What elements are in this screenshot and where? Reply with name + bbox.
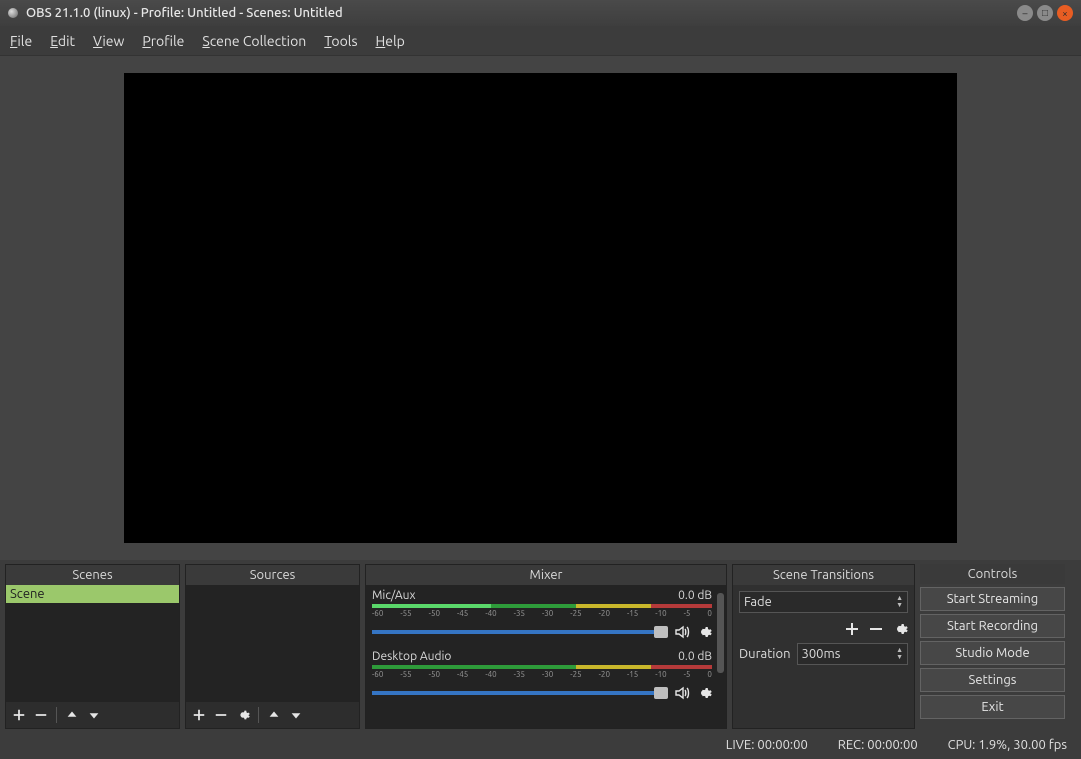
move-down-icon[interactable] [87, 708, 101, 722]
menu-profile[interactable]: Profile [142, 33, 184, 49]
duration-label: Duration [739, 647, 791, 661]
studio-mode-button[interactable]: Studio Mode [920, 641, 1065, 665]
transition-selected: Fade [744, 595, 772, 609]
move-up-icon[interactable] [267, 708, 281, 722]
speaker-icon[interactable] [674, 624, 690, 640]
statusbar: LIVE: 00:00:00 REC: 00:00:00 CPU: 1.9%, … [0, 731, 1081, 759]
spinner-icon[interactable]: ▲▼ [896, 647, 903, 661]
vu-ticks: -60-55-50-45-40-35-30-25-20-15-10-50 [372, 609, 712, 618]
status-live: LIVE: 00:00:00 [726, 738, 808, 752]
status-cpu: CPU: 1.9%, 30.00 fps [948, 738, 1067, 752]
mixer-body: Mic/Aux 0.0 dB -60-55-50-45-40-35-30-25-… [366, 585, 726, 728]
titlebar: OBS 21.1.0 (linux) - Profile: Untitled -… [0, 0, 1081, 26]
start-streaming-button[interactable]: Start Streaming [920, 587, 1065, 611]
controls-dock: Controls Start Streaming Start Recording… [920, 564, 1065, 729]
move-down-icon[interactable] [289, 708, 303, 722]
channel-level: 0.0 dB [678, 589, 712, 602]
remove-icon[interactable] [34, 708, 48, 722]
menu-tools[interactable]: Tools [324, 33, 357, 49]
remove-icon[interactable] [868, 621, 884, 637]
status-rec: REC: 00:00:00 [838, 738, 918, 752]
vu-meter [372, 604, 712, 608]
channel-name: Desktop Audio [372, 650, 451, 663]
scene-item[interactable]: Scene [6, 585, 179, 603]
minimize-button[interactable]: – [1017, 5, 1033, 21]
transitions-body: Fade ▲▼ Duration 300ms ▲▼ [733, 585, 914, 671]
sources-toolbar [186, 702, 359, 728]
gear-icon[interactable] [236, 708, 250, 722]
menu-view[interactable]: View [93, 33, 124, 49]
volume-slider[interactable] [372, 691, 668, 695]
exit-button[interactable]: Exit [920, 695, 1065, 719]
sources-title: Sources [186, 565, 359, 585]
chevron-updown-icon: ▲▼ [896, 595, 903, 609]
preview-canvas[interactable] [124, 73, 957, 543]
scenes-dock: Scenes Scene [5, 564, 180, 729]
menu-scene-collection[interactable]: Scene Collection [202, 33, 306, 49]
mixer-channel-desktop: Desktop Audio 0.0 dB -60-55-50-45-40-35-… [372, 650, 712, 701]
menubar: File Edit View Profile Scene Collection … [0, 26, 1081, 56]
mixer-channel-mic: Mic/Aux 0.0 dB -60-55-50-45-40-35-30-25-… [372, 589, 712, 640]
move-up-icon[interactable] [65, 708, 79, 722]
transitions-dock: Scene Transitions Fade ▲▼ Duration 300ms… [732, 564, 915, 729]
volume-slider[interactable] [372, 630, 668, 634]
duration-value: 300ms [802, 647, 841, 661]
start-recording-button[interactable]: Start Recording [920, 614, 1065, 638]
gear-icon[interactable] [892, 621, 908, 637]
preview-area [0, 56, 1081, 560]
channel-level: 0.0 dB [678, 650, 712, 663]
mixer-dock: Mixer Mic/Aux 0.0 dB -60-55-50-45-40-35-… [365, 564, 727, 729]
menu-file[interactable]: File [10, 33, 32, 49]
transition-select[interactable]: Fade ▲▼ [739, 591, 908, 613]
mixer-title: Mixer [366, 565, 726, 585]
transitions-title: Scene Transitions [733, 565, 914, 585]
settings-button[interactable]: Settings [920, 668, 1065, 692]
controls-title: Controls [920, 564, 1065, 584]
add-icon[interactable] [192, 708, 206, 722]
app-icon [8, 8, 18, 18]
scenes-list[interactable]: Scene [6, 585, 179, 702]
sources-list[interactable] [186, 585, 359, 702]
add-icon[interactable] [844, 621, 860, 637]
vu-ticks: -60-55-50-45-40-35-30-25-20-15-10-50 [372, 670, 712, 679]
add-icon[interactable] [12, 708, 26, 722]
scenes-toolbar [6, 702, 179, 728]
mixer-scrollbar[interactable] [717, 593, 724, 673]
speaker-icon[interactable] [674, 685, 690, 701]
channel-name: Mic/Aux [372, 589, 416, 602]
remove-icon[interactable] [214, 708, 228, 722]
gear-icon[interactable] [696, 624, 712, 640]
menu-edit[interactable]: Edit [50, 33, 75, 49]
close-button[interactable]: × [1057, 5, 1073, 21]
window-title: OBS 21.1.0 (linux) - Profile: Untitled -… [26, 6, 1017, 20]
duration-input[interactable]: 300ms ▲▼ [797, 643, 909, 665]
vu-meter [372, 665, 712, 669]
maximize-button[interactable]: □ [1037, 5, 1053, 21]
gear-icon[interactable] [696, 685, 712, 701]
menu-help[interactable]: Help [376, 33, 405, 49]
sources-dock: Sources [185, 564, 360, 729]
scenes-title: Scenes [6, 565, 179, 585]
